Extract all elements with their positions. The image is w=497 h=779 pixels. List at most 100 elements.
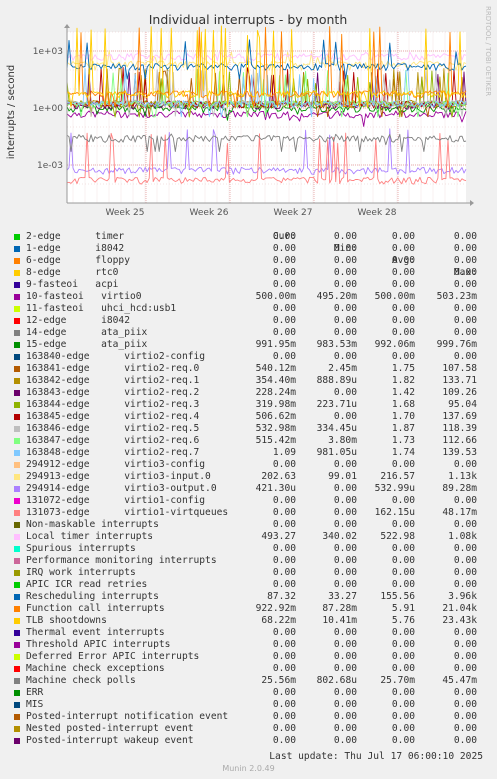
value-min: 0.00 xyxy=(333,279,357,290)
legend-swatch xyxy=(14,618,20,624)
value-min: 0.00 xyxy=(333,687,357,698)
value-max: 137.69 xyxy=(442,411,477,422)
value-max: 0.00 xyxy=(453,327,477,338)
value-avg: 0.00 xyxy=(391,267,415,278)
value-avg: 500.00m xyxy=(374,291,415,302)
legend-swatch xyxy=(14,450,20,456)
series-name: 163845-edge virtio2-req.4 xyxy=(26,411,200,422)
value-max: 0.00 xyxy=(453,687,477,698)
legend-row: 14-edge ata_piix 0.00 0.00 0.00 0.00 xyxy=(0,327,497,339)
value-avg: 0.00 xyxy=(391,627,415,638)
value-min: 0.00 xyxy=(333,327,357,338)
legend-swatch xyxy=(14,666,20,672)
value-avg: 155.56 xyxy=(380,591,415,602)
legend-row: 163840-edge virtio2-config 0.00 0.00 0.00 0.… xyxy=(0,351,497,363)
value-cur: 922.92m xyxy=(255,603,296,614)
value-min: 10.41m xyxy=(322,615,357,626)
value-avg: 0.00 xyxy=(391,231,415,242)
value-min: 33.27 xyxy=(328,591,357,602)
value-min: 0.00 xyxy=(333,315,357,326)
value-cur: 0.00 xyxy=(272,303,296,314)
value-max: 0.00 xyxy=(453,543,477,554)
series-name: Rescheduling interrupts xyxy=(26,591,159,602)
series-name: 163840-edge virtio2-config xyxy=(26,351,206,362)
legend-row: 294913-edge virtio3-input.0 202.63 99.01 21… xyxy=(0,471,497,483)
value-cur: 506.62m xyxy=(255,411,296,422)
value-avg: 0.00 xyxy=(391,327,415,338)
value-avg: 0.00 xyxy=(391,243,415,254)
value-max: 0.00 xyxy=(453,279,477,290)
legend-row: 163845-edge virtio2-req.4 506.62m 0.00 1.70… xyxy=(0,411,497,423)
value-cur: 0.00 xyxy=(272,327,296,338)
legend-swatch xyxy=(14,258,20,264)
value-cur: 0.00 xyxy=(272,555,296,566)
legend-swatch xyxy=(14,606,20,612)
legend-row: Machine check exceptions 0.00 0.00 0.00 0.00 xyxy=(0,663,497,675)
series-name: 163841-edge virtio2-req.0 xyxy=(26,363,200,374)
value-max: 999.76m xyxy=(436,339,477,350)
legend-row: Performance monitoring interrupts 0.00 0.0… xyxy=(0,555,497,567)
value-avg: 0.00 xyxy=(391,555,415,566)
legend-row: 294914-edge virtio3-output.0 421.30u 0.00 5… xyxy=(0,483,497,495)
value-min: 0.00 xyxy=(333,459,357,470)
value-avg: 0.00 xyxy=(391,543,415,554)
legend-swatch xyxy=(14,282,20,288)
value-avg: 0.00 xyxy=(391,255,415,266)
value-cur: 0.00 xyxy=(272,735,296,746)
value-cur: 202.63 xyxy=(261,471,296,482)
legend-row: Local timer interrupts 493.27 340.02 522.98… xyxy=(0,531,497,543)
value-cur: 421.30u xyxy=(255,483,296,494)
series-name: Machine check exceptions xyxy=(26,663,165,674)
legend-swatch xyxy=(14,270,20,276)
value-max: 21.04k xyxy=(442,603,477,614)
legend-row: Posted-interrupt wakeup event 0.00 0.00 0.0… xyxy=(0,735,497,747)
value-min: 0.00 xyxy=(333,711,357,722)
legend-row: 12-edge i8042 0.00 0.00 0.00 0.00 xyxy=(0,315,497,327)
series-name: 163844-edge virtio2-req.3 xyxy=(26,399,200,410)
value-cur: 0.00 xyxy=(272,351,296,362)
legend-row: APIC ICR read retries 0.00 0.00 0.00 0.00 xyxy=(0,579,497,591)
value-avg: 5.91 xyxy=(391,603,415,614)
series-name: 294913-edge virtio3-input.0 xyxy=(26,471,211,482)
value-max: 0.00 xyxy=(453,735,477,746)
value-avg: 0.00 xyxy=(391,519,415,530)
value-avg: 1.74 xyxy=(391,447,415,458)
value-cur: 0.00 xyxy=(272,459,296,470)
value-max: 95.04 xyxy=(448,399,477,410)
value-max: 503.23m xyxy=(436,291,477,302)
value-min: 0.00 xyxy=(333,627,357,638)
legend-row: Rescheduling interrupts 87.32 33.27 155.56 3… xyxy=(0,591,497,603)
legend-swatch xyxy=(14,474,20,480)
series-name: 11-fasteoi uhci_hcd:usb1 xyxy=(26,303,177,314)
legend-row: ERR 0.00 0.00 0.00 0.00 xyxy=(0,687,497,699)
series-name: Performance monitoring interrupts xyxy=(26,555,217,566)
value-max: 0.00 xyxy=(453,555,477,566)
legend-row: 163847-edge virtio2-req.6 515.42m 3.80m 1.7… xyxy=(0,435,497,447)
value-min: 0.00 xyxy=(333,567,357,578)
value-cur: 0.00 xyxy=(272,315,296,326)
value-min: 0.00 xyxy=(333,243,357,254)
value-avg: 0.00 xyxy=(391,735,415,746)
value-min: 0.00 xyxy=(333,663,357,674)
series-name: Thermal event interrupts xyxy=(26,627,165,638)
legend-swatch xyxy=(14,318,20,324)
series-name: Posted-interrupt notification event xyxy=(26,711,229,722)
value-avg: 0.00 xyxy=(391,303,415,314)
series-name: ERR xyxy=(26,687,44,698)
series-name: TLB shootdowns xyxy=(26,615,107,626)
legend-row: 10-fasteoi virtio0 500.00m 495.20m 500.00m 5… xyxy=(0,291,497,303)
value-max: 0.00 xyxy=(453,627,477,638)
legend-swatch xyxy=(14,522,20,528)
last-update: Last update: Thu Jul 17 06:00:10 2025 xyxy=(269,751,483,762)
x-tick-label: Week 26 xyxy=(190,208,229,218)
value-max: 139.53 xyxy=(442,447,477,458)
value-avg: 1.42 xyxy=(391,387,415,398)
rrdtool-credit: RRDTOOL / TOBI OETIKER xyxy=(484,6,492,97)
series-name: 294914-edge virtio3-output.0 xyxy=(26,483,217,494)
series-name: 9-fasteoi acpi xyxy=(26,279,119,290)
legend-swatch xyxy=(14,342,20,348)
value-avg: 0.00 xyxy=(391,639,415,650)
chart-title: Individual interrupts - by month xyxy=(149,12,348,27)
legend-row: Spurious interrupts 0.00 0.00 0.00 0.00 xyxy=(0,543,497,555)
value-max: 0.00 xyxy=(453,579,477,590)
